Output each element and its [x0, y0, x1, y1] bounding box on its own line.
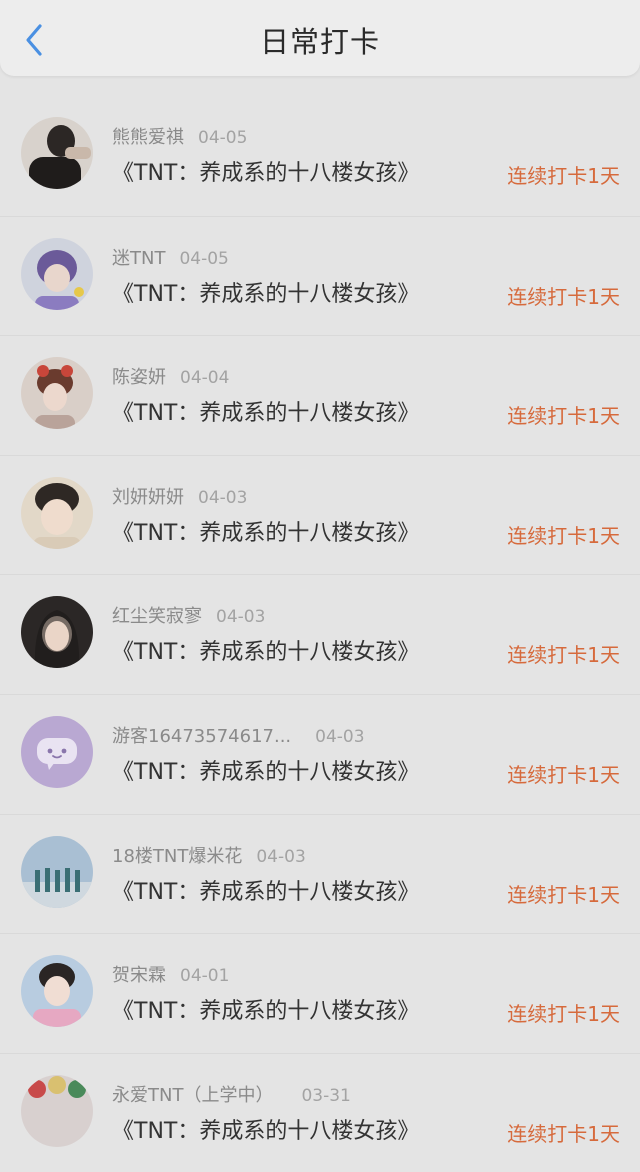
user-name: 迷TNT	[112, 247, 166, 269]
user-name: 永爱TNT（上学中）	[112, 1084, 274, 1106]
avatar[interactable]	[21, 476, 93, 549]
list-item[interactable]: 迷TNT 04-05 《TNT：养成系的十八楼女孩》 连续打卡1天	[0, 215, 640, 336]
streak-label: 连续打卡1天	[507, 762, 620, 787]
book-title[interactable]: 《TNT：养成系的十八楼女孩》	[112, 155, 419, 187]
book-title[interactable]: 《TNT：养成系的十八楼女孩》	[112, 634, 419, 666]
avatar[interactable]	[21, 357, 93, 430]
checkin-date: 04-03	[198, 487, 248, 508]
list-item[interactable]: 红尘笑寂寥 04-03 《TNT：养成系的十八楼女孩》 连续打卡1天	[0, 574, 640, 694]
checkin-date: 04-03	[256, 846, 306, 867]
streak-label: 连续打卡1天	[507, 882, 620, 907]
book-title[interactable]: 《TNT：养成系的十八楼女孩》	[112, 993, 419, 1025]
streak-label: 连续打卡1天	[507, 523, 620, 548]
page-title: 日常打卡	[259, 25, 380, 59]
book-title[interactable]: 《TNT：养成系的十八楼女孩》	[112, 1113, 419, 1145]
list-item[interactable]: 游客16473574617... 04-03 《TNT：养成系的十八楼女孩》 连续…	[0, 693, 640, 814]
checkin-list: 熊熊爱祺 04-05 《TNT：养成系的十八楼女孩》 连续打卡1天 迷TNT 04-…	[0, 96, 640, 1172]
book-title[interactable]: 《TNT：养成系的十八楼女孩》	[112, 395, 419, 427]
book-title[interactable]: 《TNT：养成系的十八楼女孩》	[112, 515, 419, 547]
user-name: 陈姿妍	[112, 367, 166, 389]
checkin-date: 04-04	[180, 368, 230, 389]
streak-label: 连续打卡1天	[507, 284, 620, 309]
checkin-date: 04-03	[315, 726, 365, 747]
list-item[interactable]: 18楼TNT爆米花 04-03 《TNT：养成系的十八楼女孩》 连续打卡1天	[0, 813, 640, 934]
user-name: 熊熊爱祺	[112, 127, 184, 148]
top-bar: 日常打卡	[0, 0, 640, 76]
streak-label: 连续打卡1天	[507, 643, 620, 668]
list-item[interactable]: 陈姿妍 04-04 《TNT：养成系的十八楼女孩》 连续打卡1天	[0, 335, 640, 455]
user-name: 游客16473574617...	[112, 725, 292, 747]
avatar[interactable]	[21, 117, 93, 189]
checkin-date: 04-03	[216, 607, 266, 628]
list-item[interactable]: 熊熊爱祺 04-05 《TNT：养成系的十八楼女孩》 连续打卡1天	[0, 96, 640, 216]
checkin-date: 04-01	[180, 966, 230, 987]
user-name: 贺宋霖	[112, 965, 166, 987]
user-name: 18楼TNT爆米花	[112, 845, 243, 867]
avatar[interactable]	[21, 835, 93, 908]
streak-label: 连续打卡1天	[507, 1002, 620, 1027]
list-item[interactable]: 贺宋霖 04-01 《TNT：养成系的十八楼女孩》 连续打卡1天	[0, 933, 640, 1053]
user-name: 红尘笑寂寥	[112, 606, 202, 628]
avatar[interactable]	[21, 237, 93, 310]
checkin-date: 04-05	[179, 248, 229, 269]
user-name: 刘妍妍妍	[112, 486, 184, 508]
avatar[interactable]	[21, 1074, 93, 1147]
avatar[interactable]	[21, 715, 93, 788]
book-title[interactable]: 《TNT：养成系的十八楼女孩》	[112, 754, 419, 786]
book-title[interactable]: 《TNT：养成系的十八楼女孩》	[112, 276, 419, 308]
list-item[interactable]: 刘妍妍妍 04-03 《TNT：养成系的十八楼女孩》 连续打卡1天	[0, 454, 640, 575]
streak-label: 连续打卡1天	[507, 404, 620, 429]
avatar[interactable]	[21, 596, 93, 669]
checkin-date: 04-05	[198, 128, 248, 148]
checkin-date: 03-31	[301, 1085, 351, 1106]
streak-label: 连续打卡1天	[507, 1121, 620, 1146]
avatar[interactable]	[21, 955, 93, 1028]
book-title[interactable]: 《TNT：养成系的十八楼女孩》	[112, 874, 419, 906]
streak-label: 连续打卡1天	[507, 164, 620, 188]
list-item[interactable]: 永爱TNT（上学中） 03-31 《TNT：养成系的十八楼女孩》 连续打卡1天	[0, 1052, 640, 1172]
